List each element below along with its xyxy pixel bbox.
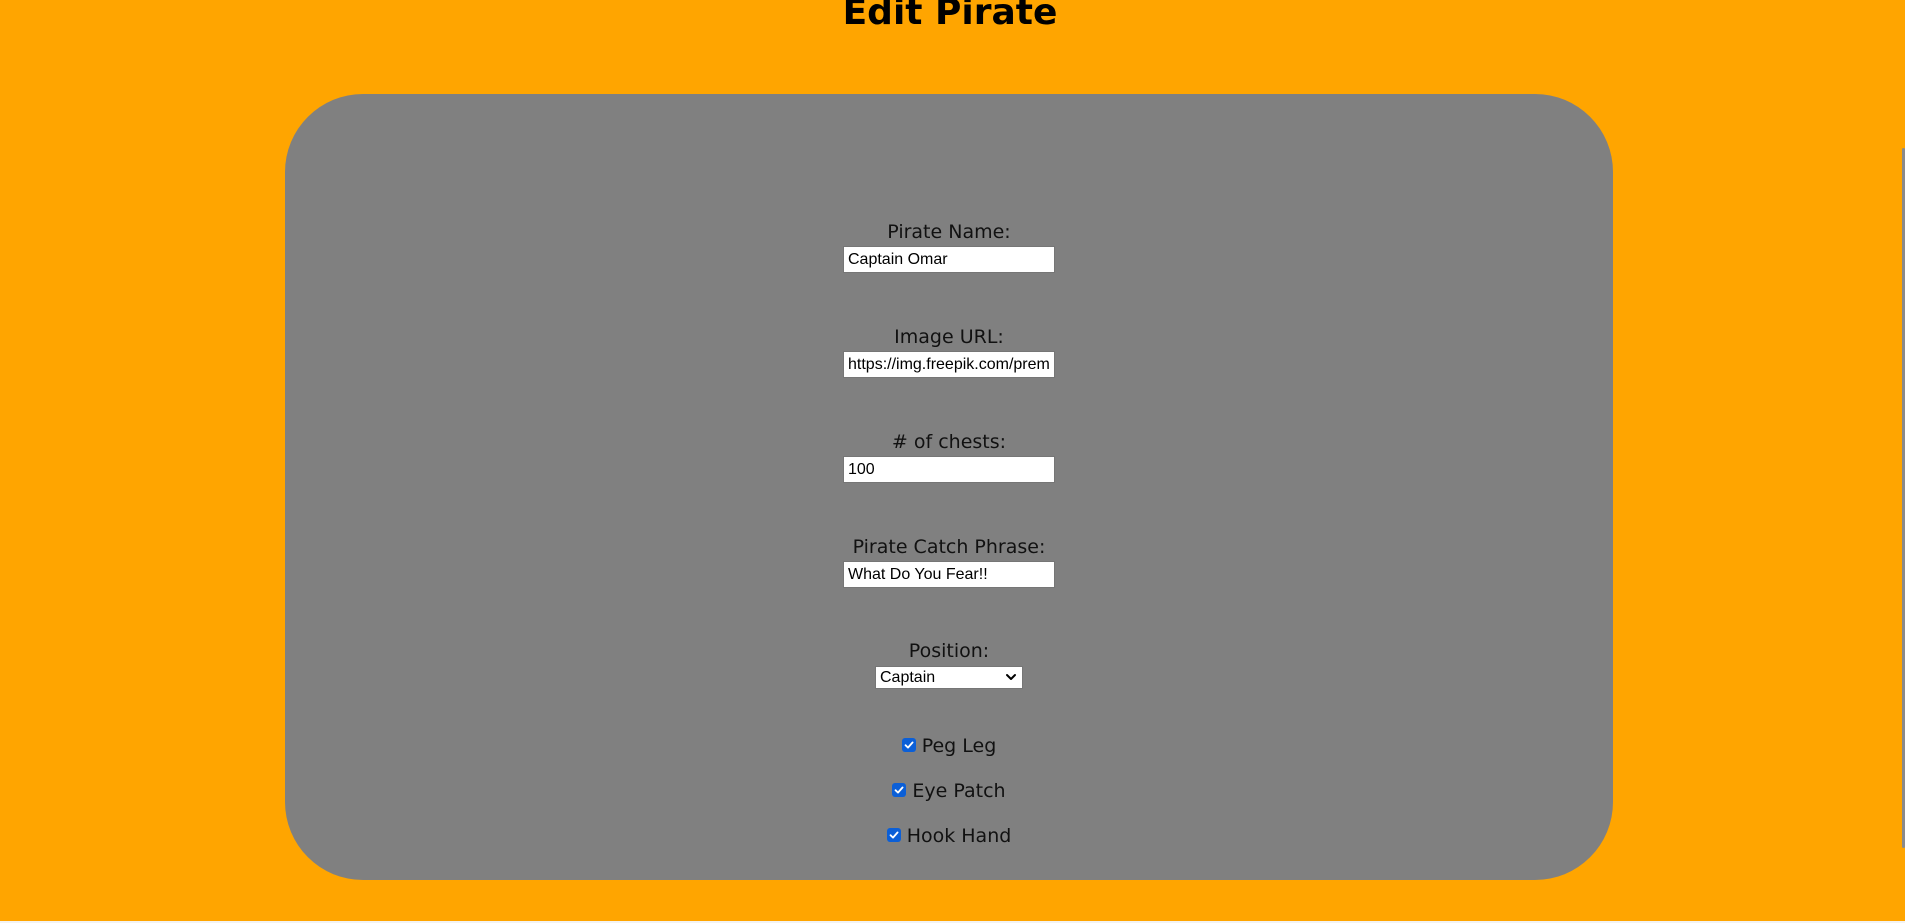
position-select[interactable]: Captain	[875, 666, 1023, 689]
checkmark-icon	[895, 786, 904, 793]
eye-patch-row: Eye Patch	[285, 779, 1613, 803]
chests-input[interactable]	[843, 456, 1055, 483]
eye-patch-checkbox[interactable]	[892, 782, 907, 797]
position-field: Position: Captain	[285, 639, 1613, 689]
pirate-name-label: Pirate Name:	[887, 221, 1011, 243]
edit-pirate-form: Pirate Name: Image URL: # of chests: Pir…	[285, 94, 1613, 880]
pirate-name-input[interactable]	[843, 246, 1055, 273]
catch-phrase-label: Pirate Catch Phrase:	[852, 536, 1046, 558]
page-title: Edit Pirate	[842, 0, 1058, 33]
eye-patch-label: Eye Patch	[912, 780, 1006, 802]
image-url-input[interactable]	[843, 351, 1055, 378]
peg-leg-checkbox[interactable]	[901, 737, 916, 752]
checkmark-icon	[889, 831, 899, 838]
chests-label: # of chests:	[891, 431, 1007, 453]
image-url-label: Image URL:	[894, 326, 1004, 348]
pirate-name-field: Pirate Name:	[285, 220, 1613, 273]
catch-phrase-input[interactable]	[843, 561, 1055, 588]
catch-phrase-field: Pirate Catch Phrase:	[285, 535, 1613, 588]
peg-leg-label: Peg Leg	[921, 735, 997, 757]
image-url-field: Image URL:	[285, 325, 1613, 378]
hook-hand-checkbox[interactable]	[886, 827, 901, 842]
chests-field: # of chests:	[285, 430, 1613, 483]
position-label: Position:	[908, 640, 990, 662]
peg-leg-row: Peg Leg	[285, 734, 1613, 758]
hook-hand-label: Hook Hand	[906, 825, 1012, 847]
checkmark-icon	[904, 741, 914, 748]
position-select-wrapper: Captain	[875, 666, 1023, 689]
hook-hand-row: Hook Hand	[285, 824, 1613, 848]
